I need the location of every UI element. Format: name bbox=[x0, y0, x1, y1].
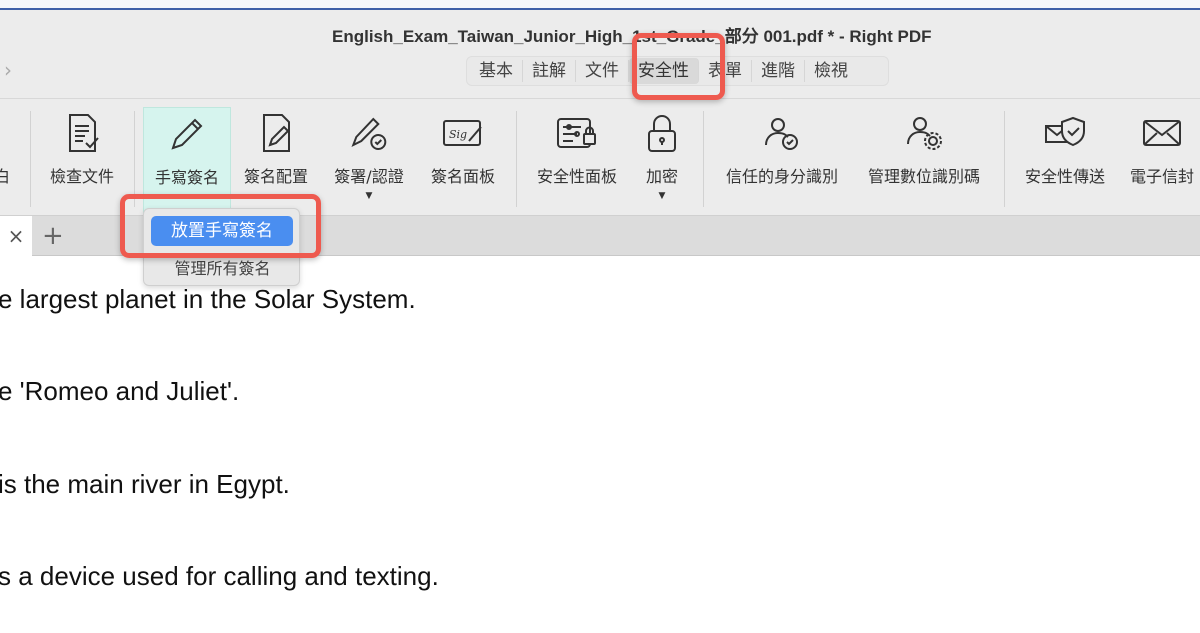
tool-secure-send[interactable]: 安全性傳送 bbox=[1025, 107, 1105, 215]
tool-label: 加密 bbox=[645, 167, 678, 186]
tab-document[interactable]: 文件 bbox=[576, 60, 629, 82]
document-check-icon bbox=[62, 107, 102, 159]
svg-text:Sig: Sig bbox=[449, 128, 467, 141]
tool-label: 安全性面板 bbox=[536, 167, 618, 186]
highlight-box-security-tab bbox=[632, 33, 725, 100]
tool-label: 白 bbox=[0, 167, 11, 186]
document-line: e 'Romeo and Juliet'. bbox=[0, 376, 240, 406]
document-page: e largest planet in the Solar System. e … bbox=[0, 256, 1200, 633]
tab-annotate[interactable]: 註解 bbox=[523, 60, 576, 82]
user-gear-icon bbox=[904, 107, 944, 159]
document-line: is the main river in Egypt. bbox=[0, 469, 290, 499]
tool-label: 簽名面板 bbox=[430, 167, 496, 186]
tool-label: 信任的身分識別 bbox=[725, 167, 839, 186]
tool-check-document[interactable]: 檢查文件 bbox=[50, 107, 114, 215]
envelope-icon bbox=[1141, 107, 1183, 159]
divider bbox=[516, 111, 517, 207]
divider bbox=[134, 111, 135, 207]
tool-sign-certify[interactable]: 簽署/認證 ▼ bbox=[334, 107, 404, 215]
tool-label: 簽署/認證 bbox=[334, 167, 404, 186]
add-tab-icon[interactable]: + bbox=[42, 221, 64, 251]
title-bar: English_Exam_Taiwan_Junior_High_1st_Grad… bbox=[0, 10, 1200, 98]
tool-label: 安全性傳送 bbox=[1024, 167, 1106, 186]
pen-check-icon bbox=[349, 107, 389, 159]
forward-chevron-icon[interactable]: › bbox=[4, 58, 12, 82]
user-check-icon bbox=[762, 107, 802, 159]
document-tab[interactable]: × bbox=[0, 216, 32, 256]
divider bbox=[1004, 111, 1005, 207]
dropdown-caret-icon[interactable]: ▼ bbox=[366, 191, 373, 201]
dropdown-caret-icon[interactable]: ▼ bbox=[659, 191, 666, 201]
tool-security-panel[interactable]: 安全性面板 bbox=[537, 107, 617, 215]
lock-icon bbox=[645, 107, 679, 159]
tool-trusted-identities[interactable]: 信任的身分識別 bbox=[726, 107, 838, 215]
divider bbox=[703, 111, 704, 207]
mail-shield-icon bbox=[1043, 107, 1087, 159]
signature-panel-icon: Sig bbox=[441, 107, 485, 159]
tool-manage-digital-ids[interactable]: 管理數位識別碼 bbox=[868, 107, 980, 215]
tool-label: 電子信封 bbox=[1129, 167, 1195, 186]
close-icon[interactable]: × bbox=[8, 224, 25, 248]
pen-icon bbox=[167, 108, 207, 160]
document-line: e largest planet in the Solar System. bbox=[0, 284, 416, 314]
highlight-box-place-signature bbox=[120, 194, 321, 258]
tool-label: 檢查文件 bbox=[49, 167, 115, 186]
document-line: s a device used for calling and texting. bbox=[0, 561, 439, 591]
tool-label: 簽名配置 bbox=[243, 167, 309, 186]
divider bbox=[30, 111, 31, 207]
document-pen-icon bbox=[256, 107, 296, 159]
tab-view[interactable]: 檢視 bbox=[805, 60, 857, 82]
tool-label: 管理數位識別碼 bbox=[867, 167, 981, 186]
tool-signature-panel[interactable]: Sig 簽名面板 bbox=[431, 107, 495, 215]
tool-label: 手寫簽名 bbox=[154, 168, 219, 187]
tool-encrypt[interactable]: 加密 ▼ bbox=[645, 107, 679, 215]
window-top-edge bbox=[0, 0, 1200, 10]
security-panel-icon bbox=[555, 107, 599, 159]
tool-partial[interactable]: 白 bbox=[0, 107, 10, 215]
tool-digital-envelope[interactable]: 電子信封 bbox=[1130, 107, 1194, 215]
menu-item-manage-signatures[interactable]: 管理所有簽名 bbox=[144, 255, 301, 279]
tab-advanced[interactable]: 進階 bbox=[752, 60, 805, 82]
tab-basic[interactable]: 基本 bbox=[470, 60, 523, 82]
